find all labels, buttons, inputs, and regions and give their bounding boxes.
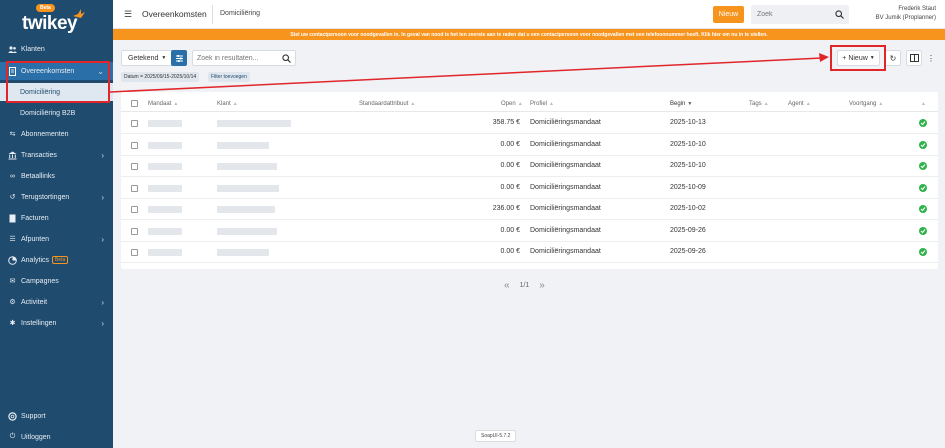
annotation-arrow: [109, 53, 829, 93]
